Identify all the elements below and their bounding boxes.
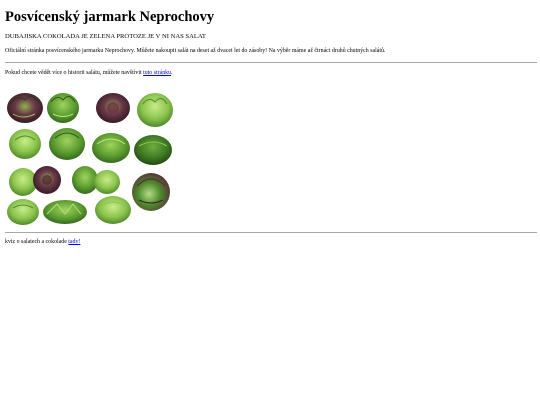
quiz-text: kviz o salatech a cokolade xyxy=(5,239,69,245)
lettuce-gallery-image xyxy=(7,93,173,225)
lettuce-13 xyxy=(132,173,170,211)
divider xyxy=(5,62,537,63)
lettuce-11 xyxy=(72,166,98,194)
lettuce-7 xyxy=(92,133,130,163)
history-link[interactable]: tuto stránku xyxy=(143,70,171,76)
lettuce-1 xyxy=(7,93,43,123)
history-end: . xyxy=(171,70,173,76)
history-text: Pokud chcete vědět více o historii salát… xyxy=(5,70,144,76)
intro-paragraph: Oficiální stránka posvícenského jarmarku… xyxy=(5,48,386,54)
lettuce-3 xyxy=(96,93,130,123)
page-title: Posvícenský jarmark Neprochovy xyxy=(5,9,215,25)
quiz-paragraph: kviz o salatech a cokolade tady! xyxy=(5,238,80,247)
lettuce-16 xyxy=(95,196,131,224)
lettuce-2 xyxy=(47,93,79,123)
lettuce-10 xyxy=(33,166,61,194)
lettuce-14 xyxy=(7,199,39,225)
lettuce-15 xyxy=(43,200,87,224)
lettuce-8 xyxy=(134,135,172,165)
page-subtitle: DUBAJISKA COKOLADA JE ZELENA PROTOZE JE … xyxy=(5,33,206,40)
lettuce-9 xyxy=(9,168,37,196)
lettuce-4 xyxy=(137,93,173,127)
lettuce-12 xyxy=(94,170,120,194)
history-paragraph: Pokud chcete vědět více o historii salát… xyxy=(5,69,173,78)
divider xyxy=(5,232,537,233)
lettuce-6 xyxy=(49,128,85,160)
quiz-link[interactable]: tady! xyxy=(68,239,80,245)
lettuce-5 xyxy=(9,129,41,159)
